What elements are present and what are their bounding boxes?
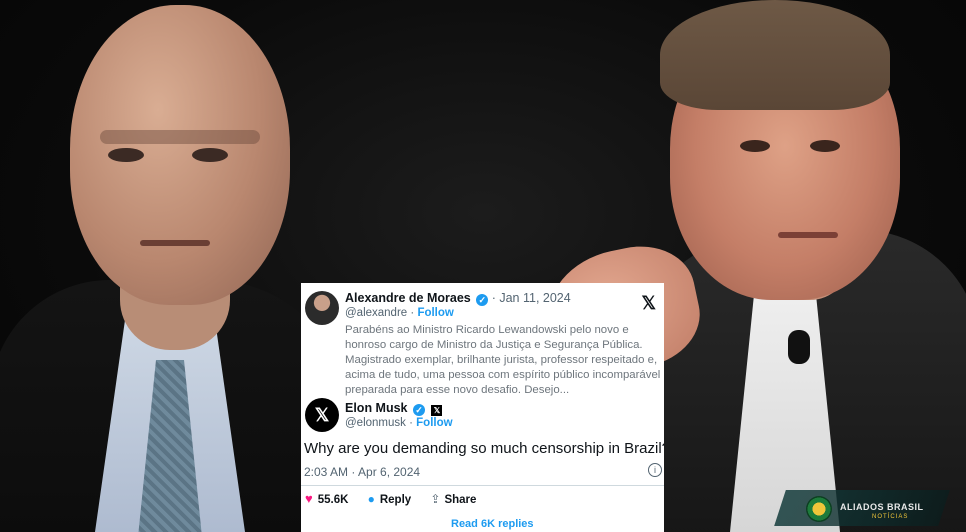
tweet-date[interactable]: · Jan 11, 2024: [492, 291, 571, 305]
photo-scene: Alexandre de Moraes ✓ · Jan 11, 2024 @al…: [0, 0, 966, 532]
left-person-brow: [100, 130, 260, 144]
share-label: Share: [444, 493, 477, 506]
handle-line: @elonmusk · Follow: [345, 417, 453, 429]
avatar[interactable]: 𝕏: [305, 398, 339, 432]
brand-logo-icon: [806, 496, 832, 522]
divider: [301, 485, 664, 486]
left-person-eye: [108, 148, 144, 162]
share-icon: ⇪: [430, 491, 441, 506]
author-name[interactable]: Alexandre de Moraes: [345, 291, 471, 305]
separator: ·: [409, 417, 413, 429]
tweet-text: Parabéns ao Ministro Ricardo Lewandowski…: [345, 324, 664, 396]
left-person-head: [70, 5, 290, 305]
tweet-actions: ♥ 55.6K ● Reply ⇪ Share: [305, 491, 492, 506]
like-count: 55.6K: [317, 494, 349, 506]
info-icon[interactable]: i: [648, 463, 662, 477]
author-name-line: Elon Musk ✓ 𝕏: [345, 401, 443, 416]
heart-icon: ♥: [305, 491, 313, 506]
follow-link[interactable]: Follow: [416, 417, 452, 429]
x-logo-icon[interactable]: 𝕏: [641, 293, 656, 314]
read-replies-link[interactable]: Read 6K replies: [451, 518, 534, 530]
x-affiliation-badge-icon: 𝕏: [431, 405, 443, 416]
separator: ·: [410, 307, 415, 319]
author-name[interactable]: Elon Musk: [345, 401, 408, 415]
tweet-timestamp[interactable]: 2:03 AM · Apr 6, 2024: [304, 465, 420, 479]
verified-badge-icon: ✓: [413, 404, 425, 416]
watermark-brand: ALIADOS BRASIL: [840, 502, 924, 512]
right-person-hair: [660, 0, 890, 110]
author-handle[interactable]: @alexandre: [345, 307, 407, 319]
avatar[interactable]: [305, 291, 339, 325]
follow-link[interactable]: Follow: [417, 307, 453, 319]
tweet-text: Why are you demanding so much censorship…: [304, 440, 664, 457]
tweet-card: Alexandre de Moraes ✓ · Jan 11, 2024 @al…: [301, 283, 664, 532]
author-name-line: Alexandre de Moraes ✓ · Jan 11, 2024: [345, 291, 571, 306]
left-person-eye: [192, 148, 228, 162]
left-person-mouth: [140, 240, 210, 246]
reply-icon: ●: [367, 491, 375, 506]
watermark-sub: NOTÍCIAS: [872, 514, 909, 520]
share-button[interactable]: ⇪ Share: [430, 492, 476, 506]
author-handle[interactable]: @elonmusk: [345, 417, 406, 429]
verified-badge-icon: ✓: [476, 294, 489, 306]
reply-button[interactable]: ● Reply: [368, 492, 412, 506]
right-person-mouth: [778, 232, 838, 238]
handle-line: @alexandre · Follow: [345, 307, 454, 319]
like-button[interactable]: ♥ 55.6K: [305, 491, 348, 506]
right-person-eye: [740, 140, 770, 152]
right-person-eye: [810, 140, 840, 152]
lapel-microphone: [788, 330, 810, 364]
reply-label: Reply: [379, 493, 412, 506]
